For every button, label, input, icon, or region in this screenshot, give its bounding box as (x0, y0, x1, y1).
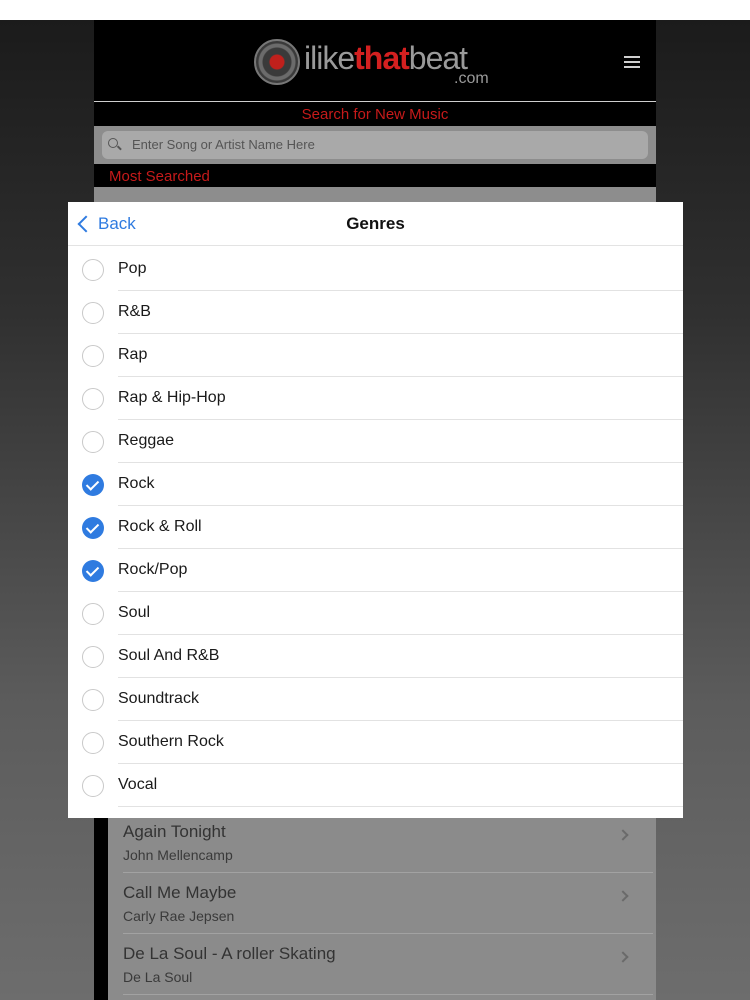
song-artist: Carly Rae Jepsen (123, 908, 235, 924)
genre-option[interactable]: Rock (68, 463, 683, 506)
search-title: Search for New Music (301, 106, 449, 123)
popover-title: Genres (346, 214, 405, 233)
genre-label: Vocal (118, 776, 158, 793)
checkmark-icon (82, 560, 104, 582)
genre-label: Southern Rock (118, 733, 224, 750)
song-title: Call Me Maybe (123, 883, 237, 902)
radio-circle-icon (82, 302, 104, 324)
genre-option[interactable]: Soul And R&B (68, 635, 683, 678)
song-artist: De La Soul (123, 969, 193, 985)
search-input[interactable]: Enter Song or Artist Name Here (102, 131, 648, 159)
genre-option[interactable]: Soul (68, 592, 683, 635)
logo-suffix: .com (454, 70, 489, 87)
checkmark-icon (82, 517, 104, 539)
chevron-right-icon (617, 890, 629, 902)
genre-option[interactable]: Soundtrack (68, 678, 683, 721)
chevron-right-icon (617, 829, 629, 841)
checkmark-icon (82, 474, 104, 496)
song-list-item[interactable]: Again Tonight John Mellencamp (123, 812, 653, 873)
radio-circle-icon (82, 431, 104, 453)
menu-icon[interactable] (624, 56, 640, 68)
genre-label: Rock & Roll (118, 518, 202, 535)
song-list-item[interactable]: Call Me Maybe Carly Rae Jepsen (123, 873, 653, 934)
logo-disc-icon (254, 39, 300, 85)
most-searched-heading: Most Searched (109, 168, 210, 185)
genre-label: Soul And R&B (118, 647, 220, 664)
genre-option[interactable]: Rock & Roll (68, 506, 683, 549)
site-logo[interactable]: ilikethatbeat .com (254, 36, 504, 88)
radio-circle-icon (82, 603, 104, 625)
genre-label: Rock (118, 475, 155, 492)
genres-popover: Back Genres Pop R&B Rap Rap & Hip-Hop Reggae… (68, 202, 683, 818)
genre-label: Soul (118, 604, 151, 621)
song-title: De La Soul - A roller Skating (123, 944, 336, 963)
genre-label: Rock/Pop (118, 561, 188, 578)
genre-option[interactable]: R&B (68, 291, 683, 334)
radio-circle-icon (82, 646, 104, 668)
radio-circle-icon (82, 775, 104, 797)
genre-label: Rap (118, 346, 148, 363)
genre-label: Pop (118, 260, 147, 277)
logo-wordmark: ilikethatbeat (304, 40, 468, 77)
chevron-right-icon (617, 951, 629, 963)
genre-option[interactable]: Vocal (68, 764, 683, 807)
genre-label: Rap & Hip-Hop (118, 389, 226, 406)
logo-part-1: ilike (304, 40, 355, 76)
genre-option[interactable]: Reggae (68, 420, 683, 463)
song-title: Again Tonight (123, 822, 226, 841)
radio-circle-icon (82, 388, 104, 410)
logo-part-2: that (354, 40, 410, 76)
site-header: ilikethatbeat .com (94, 20, 656, 102)
genre-option[interactable]: Rap & Hip-Hop (68, 377, 683, 420)
song-list-item[interactable]: De La Soul - A roller Skating De La Soul (123, 934, 653, 995)
genre-option[interactable]: Rock/Pop (68, 549, 683, 592)
genre-option[interactable]: Rap (68, 334, 683, 377)
search-bar: Enter Song or Artist Name Here (94, 126, 656, 164)
genre-label: Reggae (118, 432, 175, 449)
genre-label: Soundtrack (118, 690, 199, 707)
popover-header: Back Genres (68, 202, 683, 246)
genre-option[interactable]: Pop (68, 248, 683, 291)
song-artist: John Mellencamp (123, 847, 233, 863)
radio-circle-icon (82, 345, 104, 367)
radio-circle-icon (82, 259, 104, 281)
radio-circle-icon (82, 732, 104, 754)
genre-option[interactable]: Southern Rock (68, 721, 683, 764)
genre-list: Pop R&B Rap Rap & Hip-Hop Reggae Rock Rock & R… (68, 248, 683, 807)
radio-circle-icon (82, 689, 104, 711)
search-icon (108, 138, 118, 148)
genre-label: R&B (118, 303, 151, 320)
